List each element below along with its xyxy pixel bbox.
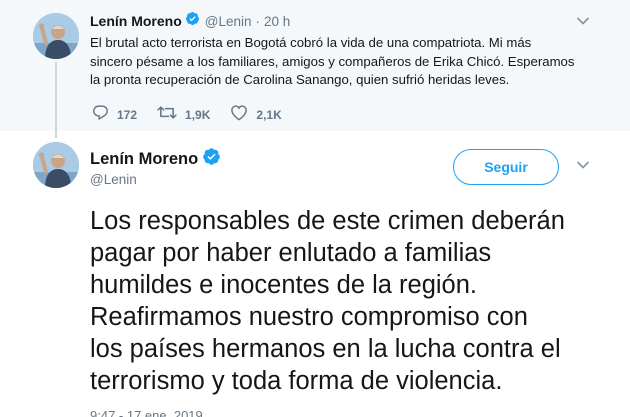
- tweet-text-line: Reafirmamos nuestro compromiso con: [90, 303, 528, 331]
- author-name-row: Lenín Moreno: [90, 147, 221, 171]
- heart-icon: [230, 104, 248, 126]
- reply-button[interactable]: 172: [92, 104, 137, 126]
- chevron-down-icon[interactable]: [576, 14, 590, 33]
- tweet-text-line: los países hermanos en la lucha contra e…: [90, 335, 561, 363]
- separator-dot: ·: [255, 13, 261, 29]
- verified-badge-icon: [202, 147, 221, 171]
- tweet-text-line: El brutal acto terrorista en Bogotá cobr…: [90, 35, 532, 50]
- tweet-text-line: Los responsables de este crimen deberán: [90, 207, 565, 235]
- tweet-text: El brutal acto terrorista en Bogotá cobr…: [90, 34, 610, 90]
- author-name[interactable]: Lenín Moreno: [90, 150, 198, 169]
- tweet-text-line: humildes e inocentes de la región.: [90, 271, 477, 299]
- retweet-count: 1,9K: [185, 108, 211, 122]
- tweet-text-line: la pronta recuperación de Carolina Sanan…: [90, 72, 510, 87]
- verified-badge-icon: [185, 11, 200, 31]
- retweet-button[interactable]: 1,9K: [157, 104, 210, 126]
- reply-icon: [92, 104, 109, 126]
- avatar[interactable]: [33, 13, 79, 59]
- chevron-down-icon[interactable]: [576, 158, 590, 177]
- tweet-timestamp[interactable]: 20 h: [264, 14, 290, 29]
- author-handle[interactable]: @Lenin: [205, 14, 252, 29]
- follow-button[interactable]: Seguir: [453, 149, 559, 185]
- author-name[interactable]: Lenín Moreno: [90, 13, 182, 29]
- retweet-icon: [157, 104, 177, 126]
- tweet-actions: 172 1,9K 2,1K: [92, 105, 302, 125]
- author-handle[interactable]: @Lenin: [90, 172, 137, 187]
- tweet-date[interactable]: 9:47 - 17 ene. 2019: [90, 408, 203, 417]
- avatar[interactable]: [33, 142, 79, 188]
- parent-tweet[interactable]: Lenín Moreno @Lenin · 20 h El brutal act…: [0, 0, 630, 138]
- tweet-text: Los responsables de este crimen deberán …: [90, 205, 620, 397]
- tweet-text-line: pagar por haber enlutado a familias: [90, 239, 492, 267]
- like-button[interactable]: 2,1K: [230, 104, 282, 126]
- thread-connector-line: [55, 62, 57, 138]
- reply-count: 172: [117, 108, 138, 122]
- like-count: 2,1K: [256, 108, 282, 122]
- tweet-text-line: sincero pésame a los familiares, amigos …: [90, 53, 575, 69]
- parent-tweet-header: Lenín Moreno @Lenin · 20 h: [90, 11, 290, 31]
- tweet-text-line: terrorismo y toda forma de violencia.: [90, 367, 503, 395]
